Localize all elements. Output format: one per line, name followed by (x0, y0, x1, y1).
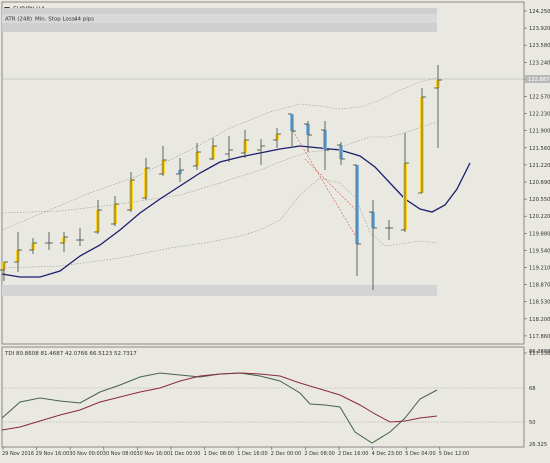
stop-loss-value: 44 pips (74, 17, 94, 23)
oscillator-panel[interactable] (1, 346, 525, 448)
time-tick-label: 1 Dec 16:00 (237, 451, 267, 457)
price-tick-label: 120.550 (529, 197, 550, 203)
price-tick-label: 122.570 (529, 95, 550, 101)
price-tick-label: 117.860 (529, 334, 550, 340)
time-tick-label: 30 Nov 00:00 (69, 451, 103, 457)
price-tick-label: 124.250 (529, 9, 550, 15)
time-tick-label: 2 Dec 00:00 (271, 451, 301, 457)
price-tick-label: 118.870 (529, 283, 550, 289)
oscillator-tick-label: 50 (529, 420, 536, 426)
oscillator-values: 80.8608 81.4687 42.0766 66.5123 52.7317 (16, 351, 137, 357)
stop-loss-label: Min. Stop Loss: (35, 17, 77, 23)
time-tick-label: 5 Dec 04:00 (405, 451, 435, 457)
time-tick-label: 1 Dec 00:00 (170, 451, 200, 457)
price-tick-label: 120.220 (529, 214, 550, 220)
support-zone (2, 285, 437, 296)
price-tick-label: 118.200 (529, 317, 550, 323)
price-tick-label: 121.560 (529, 146, 550, 152)
atr-strip-top (2, 8, 437, 14)
oscillator-label: TDI (4, 351, 15, 357)
time-tick-label: 29 Nov 16:00 (36, 451, 70, 457)
price-tick-label: 121.900 (529, 129, 550, 135)
chart-window[interactable]: EURJPY,H4 ATR (248) Min. Stop Loss: 44 p… (0, 0, 550, 459)
current-price-label: 122.887 (528, 77, 549, 83)
time-tick-label: 2 Dec 08:00 (304, 451, 334, 457)
time-tick-label: 1 Dec 08:00 (204, 451, 234, 457)
price-tick-label: 121.220 (529, 163, 550, 169)
time-tick-label: 30 Nov 08:00 (103, 451, 137, 457)
price-tick-label: 123.580 (529, 43, 550, 49)
time-tick-label: 4 Dec 23:00 (372, 451, 402, 457)
price-tick-label: 119.210 (529, 266, 550, 272)
price-tick-label: 120.890 (529, 180, 550, 186)
oscillator-tick-label: 68 (529, 386, 536, 392)
oscillator-tick-label: 26.325 (529, 442, 547, 448)
price-tick-label: 118.530 (529, 300, 550, 306)
time-tick-label: 30 Nov 16:00 (136, 451, 170, 457)
time-tick-label: 29 Nov 2016 (2, 451, 34, 457)
price-tick-label: 119.540 (529, 248, 550, 254)
atr-strip-bottom (2, 23, 437, 32)
price-tick-label: 123.240 (529, 60, 550, 66)
time-tick-label: 5 Dec 12:00 (439, 451, 469, 457)
oscillator-tick-label: 86.3888 (529, 349, 550, 355)
price-tick-label: 123.920 (529, 26, 550, 32)
time-tick-label: 2 Dec 16:00 (338, 451, 368, 457)
price-tick-label: 119.880 (529, 231, 550, 237)
atr-label: ATR (248) (5, 17, 32, 23)
price-tick-label: 122.230 (529, 112, 550, 118)
